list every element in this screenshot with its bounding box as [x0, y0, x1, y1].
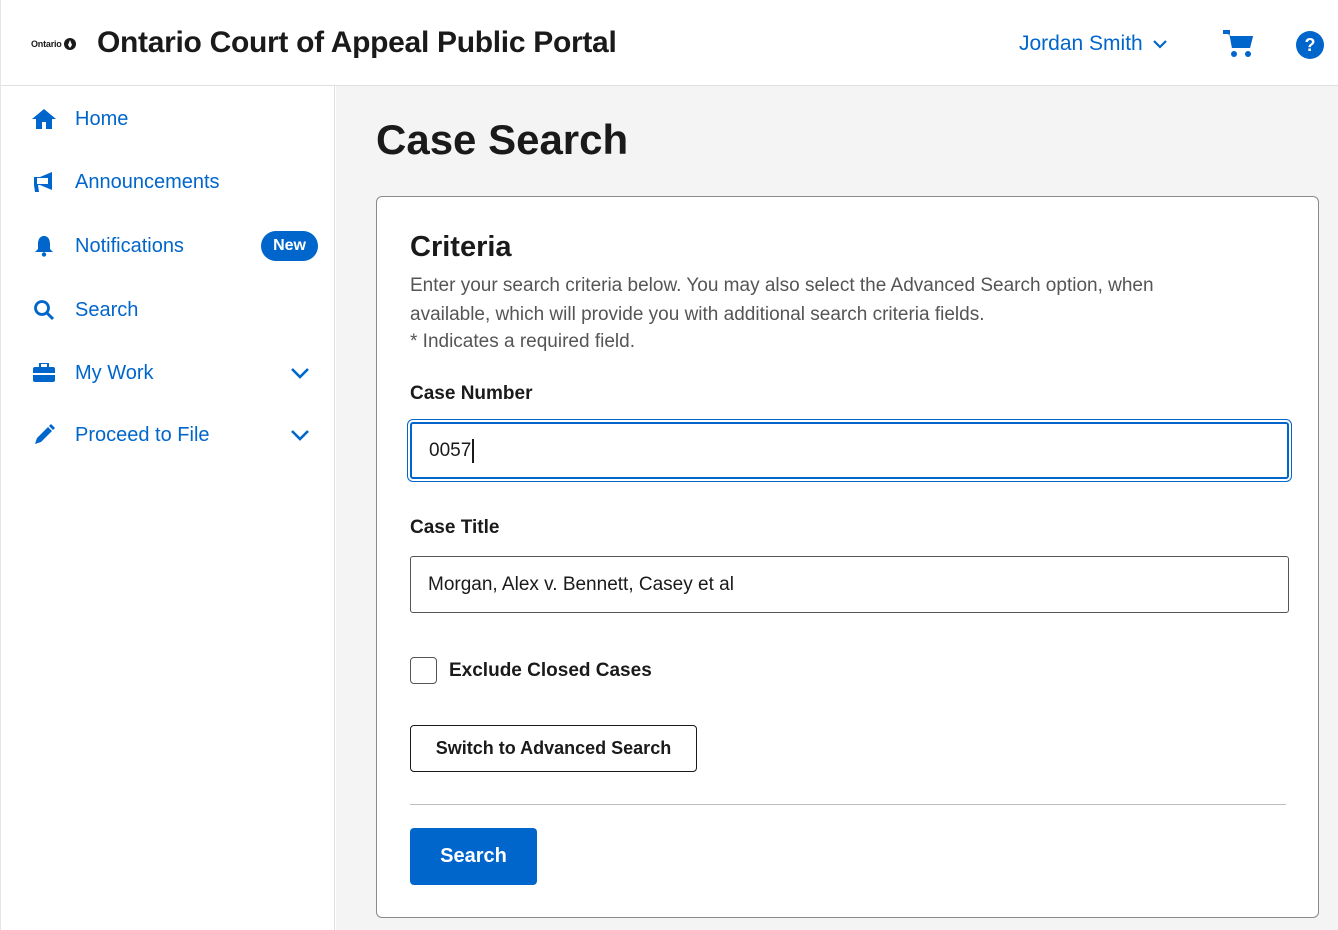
- required-note: * Indicates a required field.: [410, 331, 635, 352]
- criteria-description: Enter your search criteria below. You ma…: [410, 275, 1154, 325]
- criteria-card: Criteria Enter your search criteria belo…: [376, 196, 1319, 918]
- sidebar-item-my-work[interactable]: My Work: [31, 355, 321, 391]
- logo-text: Ontario: [31, 39, 62, 49]
- sidebar-item-announcements[interactable]: Announcements: [31, 164, 321, 200]
- exclude-closed-label: Exclude Closed Cases: [449, 659, 652, 681]
- chevron-down-icon: [1152, 40, 1167, 49]
- home-icon: [31, 107, 57, 131]
- sidebar-item-label: Announcements: [75, 170, 220, 193]
- user-name: Jordan Smith: [1019, 32, 1143, 55]
- trillium-icon: [63, 38, 76, 50]
- sidebar-item-label: Search: [75, 298, 139, 321]
- briefcase-icon: [31, 361, 57, 385]
- search-icon: [31, 298, 57, 322]
- main-content: Case Search Criteria Enter your search c…: [336, 86, 1338, 930]
- exclude-closed-checkbox[interactable]: [410, 657, 437, 684]
- user-menu[interactable]: Jordan Smith: [1019, 32, 1169, 56]
- text-caret: [472, 438, 475, 463]
- help-icon[interactable]: ?: [1296, 31, 1324, 59]
- exclude-closed-checkbox-row[interactable]: Exclude Closed Cases: [410, 657, 652, 684]
- app-title: Ontario Court of Appeal Public Portal: [97, 26, 617, 59]
- help-label: ?: [1304, 34, 1316, 55]
- sidebar-item-label: My Work: [75, 361, 154, 384]
- sidebar-item-label: Home: [75, 107, 129, 130]
- sidebar-nav: Home Announcements Notifications New Sea…: [0, 86, 335, 930]
- top-header: Ontario Ontario Court of Appeal Public P…: [0, 0, 1338, 86]
- sidebar-item-notifications[interactable]: Notifications New: [31, 228, 321, 264]
- page-title: Case Search: [376, 116, 629, 163]
- case-number-input[interactable]: 0057: [410, 422, 1289, 479]
- search-button[interactable]: Search: [410, 828, 537, 885]
- case-number-value: 0057: [429, 439, 472, 461]
- megaphone-icon: [31, 170, 57, 194]
- switch-advanced-search-button[interactable]: Switch to Advanced Search: [410, 725, 697, 772]
- case-title-label: Case Title: [410, 517, 500, 538]
- ontario-logo[interactable]: Ontario: [31, 38, 76, 50]
- sidebar-item-label: Notifications: [75, 234, 184, 257]
- chevron-down-icon: [291, 368, 309, 379]
- sidebar-item-search[interactable]: Search: [31, 292, 321, 328]
- criteria-heading: Criteria: [410, 231, 512, 263]
- sidebar-item-home[interactable]: Home: [31, 101, 321, 137]
- case-title-value: Morgan, Alex v. Bennett, Casey et al: [428, 573, 734, 595]
- sidebar-item-label: Proceed to File: [75, 423, 210, 446]
- chevron-down-icon: [291, 430, 309, 441]
- cart-icon[interactable]: [1223, 30, 1255, 58]
- case-number-label: Case Number: [410, 383, 533, 404]
- new-badge: New: [261, 231, 318, 261]
- pencil-icon: [31, 423, 57, 447]
- divider: [410, 804, 1286, 805]
- sidebar-item-proceed-to-file[interactable]: Proceed to File: [31, 417, 321, 453]
- case-title-input[interactable]: Morgan, Alex v. Bennett, Casey et al: [410, 556, 1289, 613]
- bell-icon: [31, 234, 57, 258]
